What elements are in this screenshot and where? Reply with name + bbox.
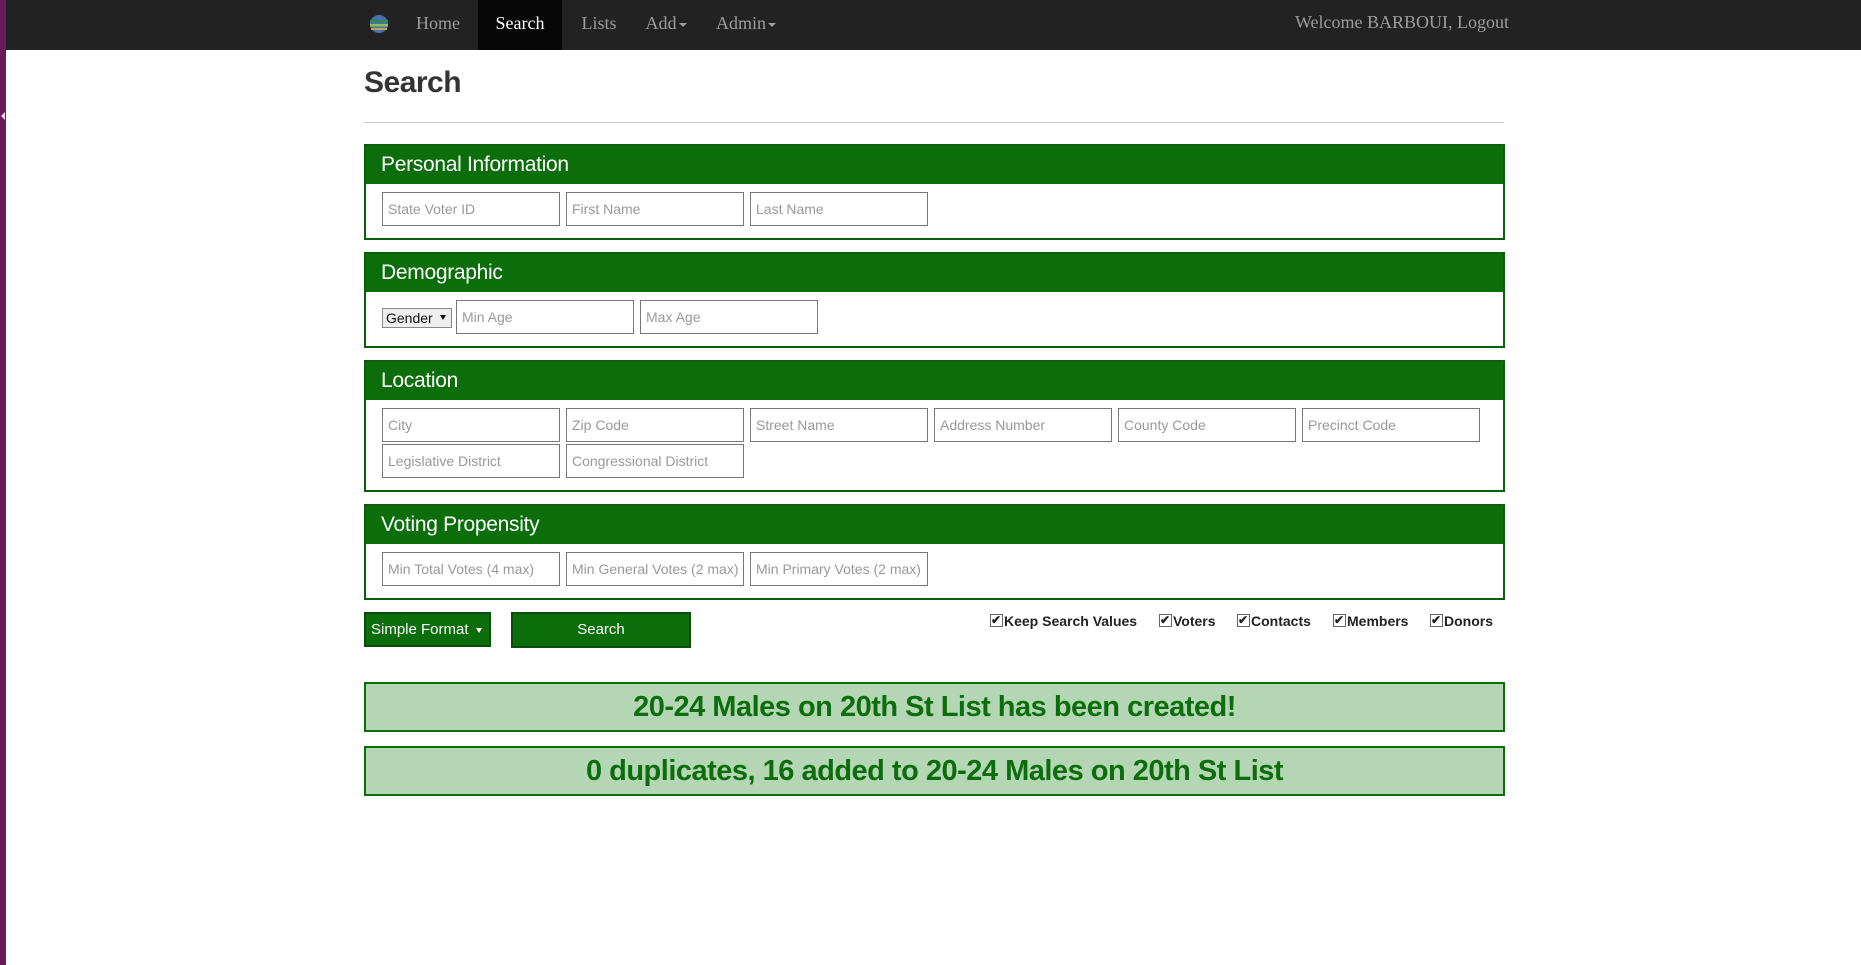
nav-add-dropdown[interactable]: Add <box>636 0 696 50</box>
max-age-input[interactable] <box>640 300 818 334</box>
nav-home[interactable]: Home <box>402 0 474 50</box>
caret-down-icon <box>678 22 687 27</box>
location-panel: Location <box>364 360 1505 492</box>
checkbox-checked-icon[interactable] <box>1159 610 1172 630</box>
checkbox-checked-icon[interactable] <box>990 610 1003 630</box>
left-window-strip <box>0 0 6 965</box>
min-primary-votes-input[interactable] <box>750 552 928 586</box>
search-button[interactable]: Search <box>511 612 691 648</box>
address-number-input[interactable] <box>934 408 1112 442</box>
gender-select[interactable]: Gender <box>382 308 452 328</box>
checkbox-checked-icon[interactable] <box>1333 610 1346 630</box>
panel-title: Personal Information <box>366 146 1503 184</box>
min-age-input[interactable] <box>456 300 634 334</box>
list-created-alert: 20-24 Males on 20th St List has been cre… <box>364 682 1505 732</box>
contacts-checkbox[interactable]: Contacts <box>1237 610 1311 631</box>
globe-logo-icon[interactable] <box>369 14 389 34</box>
keep-search-values-checkbox[interactable]: Keep Search Values <box>990 610 1137 631</box>
zip-code-input[interactable] <box>566 408 744 442</box>
voters-checkbox[interactable]: Voters <box>1159 610 1216 631</box>
panel-title: Location <box>366 362 1503 400</box>
dropdown-arrow-icon <box>440 315 446 320</box>
city-input[interactable] <box>382 408 560 442</box>
voting-propensity-panel: Voting Propensity <box>364 504 1505 600</box>
county-code-input[interactable] <box>1118 408 1296 442</box>
panel-title: Demographic <box>366 254 1503 292</box>
last-name-input[interactable] <box>750 192 928 226</box>
top-navbar: Home Search Lists Add Admin Welcome BARB… <box>6 0 1861 50</box>
congressional-district-input[interactable] <box>566 444 744 478</box>
min-general-votes-input[interactable] <box>566 552 744 586</box>
collapse-arrow-icon[interactable] <box>1 112 5 120</box>
donors-checkbox[interactable]: Donors <box>1430 610 1493 631</box>
title-divider <box>364 122 1504 123</box>
personal-info-panel: Personal Information <box>364 144 1505 240</box>
state-voter-id-input[interactable] <box>382 192 560 226</box>
min-total-votes-input[interactable] <box>382 552 560 586</box>
format-select[interactable]: Simple Format <box>364 612 491 647</box>
checkbox-checked-icon[interactable] <box>1430 610 1443 630</box>
first-name-input[interactable] <box>566 192 744 226</box>
nav-lists[interactable]: Lists <box>566 0 632 50</box>
nav-admin-dropdown[interactable]: Admin <box>706 0 786 50</box>
caret-down-icon <box>768 22 776 27</box>
street-name-input[interactable] <box>750 408 928 442</box>
welcome-logout-link[interactable]: Welcome BARBOUI, Logout <box>1295 0 1509 46</box>
panel-title: Voting Propensity <box>366 506 1503 544</box>
navbar-container: Home Search Lists Add Admin Welcome BARB… <box>364 0 1509 50</box>
legislative-district-input[interactable] <box>382 444 560 478</box>
nav-search[interactable]: Search <box>478 0 562 50</box>
demographic-panel: Demographic Gender <box>364 252 1505 348</box>
precinct-code-input[interactable] <box>1302 408 1480 442</box>
checkbox-checked-icon[interactable] <box>1237 610 1250 630</box>
dropdown-arrow-icon <box>476 628 482 633</box>
members-checkbox[interactable]: Members <box>1333 610 1408 631</box>
list-added-alert: 0 duplicates, 16 added to 20-24 Males on… <box>364 746 1505 796</box>
page-title: Search <box>364 66 462 99</box>
